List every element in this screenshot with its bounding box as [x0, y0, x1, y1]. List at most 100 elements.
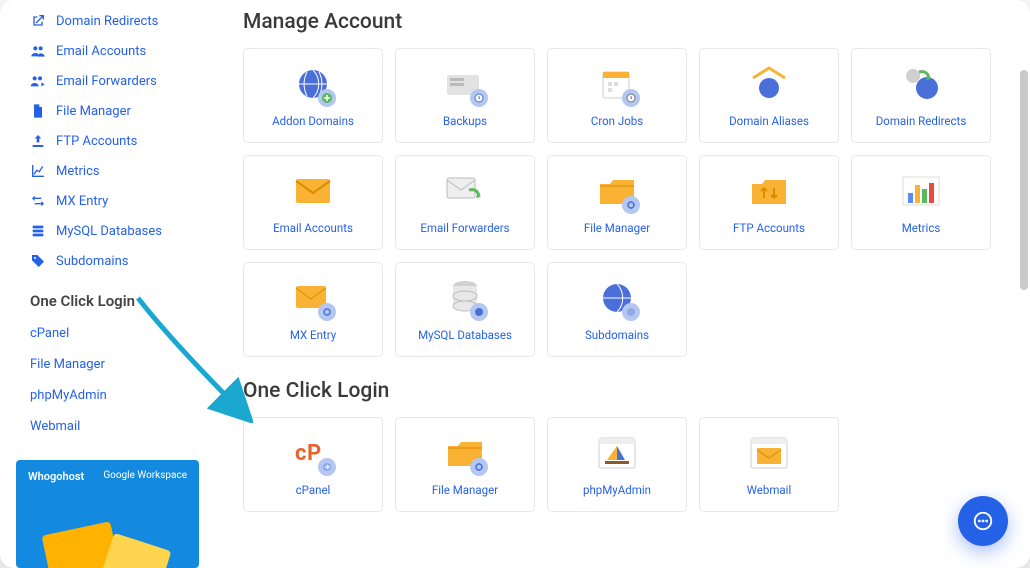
app-shell: Domain Redirects Email Accounts Email Forw… — [0, 0, 1030, 568]
promo-banner[interactable]: Whogohost Google Workspace — [16, 460, 199, 568]
badge-icon — [318, 89, 336, 107]
card-domain-aliases[interactable]: Domain Aliases — [699, 48, 839, 143]
cpanel-icon: cP — [292, 432, 334, 474]
sidebar: Domain Redirects Email Accounts Email Forw… — [0, 0, 215, 568]
sidebar-item-label: FTP Accounts — [56, 134, 137, 149]
card-addon-domains[interactable]: Addon Domains — [243, 48, 383, 143]
envelope-forward-icon — [444, 170, 486, 212]
scrollbar-thumb[interactable] — [1020, 70, 1028, 290]
card-webmail[interactable]: Webmail — [699, 417, 839, 512]
server-clock-icon — [444, 63, 486, 105]
sidebar-quick-file-manager[interactable]: File Manager — [0, 349, 215, 380]
globe-arrow-icon — [900, 63, 942, 105]
card-metrics[interactable]: Metrics — [851, 155, 991, 250]
main-content: Manage Account Addon Domains Backups Cron … — [215, 0, 1030, 568]
badge-icon — [318, 458, 336, 476]
scrollbar[interactable] — [1020, 0, 1028, 568]
card-file-manager[interactable]: File Manager — [395, 417, 535, 512]
badge-icon — [470, 89, 488, 107]
card-label: Cron Jobs — [591, 115, 643, 129]
sidebar-item-file-manager[interactable]: File Manager — [0, 96, 215, 126]
badge-icon — [622, 196, 640, 214]
card-label: Subdomains — [585, 329, 649, 343]
sidebar-item-ftp-accounts[interactable]: FTP Accounts — [0, 126, 215, 156]
chart-icon — [30, 163, 46, 179]
sidebar-item-mysql-databases[interactable]: MySQL Databases — [0, 216, 215, 246]
card-label: Domain Redirects — [876, 115, 967, 129]
envelope-gear-icon — [292, 277, 334, 319]
card-mysql-databases[interactable]: MySQL Databases — [395, 262, 535, 357]
browser-mail-icon — [748, 432, 790, 474]
sidebar-quick-webmail[interactable]: Webmail — [0, 411, 215, 442]
card-label: Email Accounts — [273, 222, 353, 236]
sidebar-item-metrics[interactable]: Metrics — [0, 156, 215, 186]
card-label: MySQL Databases — [418, 329, 512, 343]
sidebar-item-domain-redirects[interactable]: Domain Redirects — [0, 6, 215, 36]
card-label: Domain Aliases — [729, 115, 809, 129]
card-ftp-accounts[interactable]: FTP Accounts — [699, 155, 839, 250]
card-label: Webmail — [747, 484, 792, 498]
badge-icon — [318, 303, 336, 321]
sidebar-item-label: Subdomains — [56, 254, 128, 269]
sidebar-item-label: MX Entry — [56, 194, 108, 209]
upload-icon — [30, 133, 46, 149]
sidebar-item-label: MySQL Databases — [56, 224, 162, 239]
section-title-manage-account: Manage Account — [243, 10, 1012, 34]
section-title-one-click-login: One Click Login — [243, 379, 1012, 403]
manage-account-grid: Addon Domains Backups Cron Jobs Domain Alia… — [243, 48, 1012, 357]
calendar-clock-icon — [596, 63, 638, 105]
envelope-icon — [292, 170, 334, 212]
sidebar-quick-cpanel[interactable]: cPanel — [0, 318, 215, 349]
sidebar-item-email-forwarders[interactable]: Email Forwarders — [0, 66, 215, 96]
card-label: FTP Accounts — [733, 222, 805, 236]
redirect-icon — [30, 13, 46, 29]
sidebar-item-label: Domain Redirects — [56, 14, 158, 29]
sidebar-item-label: Email Forwarders — [56, 74, 157, 89]
arrows-icon — [30, 193, 46, 209]
promo-brand-left: Whogohost — [28, 470, 84, 483]
file-icon — [30, 103, 46, 119]
card-label: Backups — [443, 115, 487, 129]
badge-icon — [470, 303, 488, 321]
chat-button[interactable] — [958, 496, 1008, 546]
globe-sub-icon — [596, 277, 638, 319]
sidebar-quick-phpmyadmin[interactable]: phpMyAdmin — [0, 380, 215, 411]
card-cron-jobs[interactable]: Cron Jobs — [547, 48, 687, 143]
badge-icon — [470, 458, 488, 476]
forward-icon — [30, 73, 46, 89]
card-backups[interactable]: Backups — [395, 48, 535, 143]
card-email-accounts[interactable]: Email Accounts — [243, 155, 383, 250]
card-file-manager[interactable]: File Manager — [547, 155, 687, 250]
database-icon — [30, 223, 46, 239]
sidebar-item-label: Metrics — [56, 164, 100, 179]
sidebar-item-label: File Manager — [56, 104, 131, 119]
card-subdomains[interactable]: Subdomains — [547, 262, 687, 357]
bar-chart-icon — [900, 170, 942, 212]
card-phpmyadmin[interactable]: phpMyAdmin — [547, 417, 687, 512]
card-label: cPanel — [296, 484, 331, 498]
promo-brand-right: Google Workspace — [103, 470, 187, 481]
sidebar-item-email-accounts[interactable]: Email Accounts — [0, 36, 215, 66]
card-label: Metrics — [902, 222, 941, 236]
card-mx-entry[interactable]: MX Entry — [243, 262, 383, 357]
card-label: Email Forwarders — [420, 222, 509, 236]
card-label: File Manager — [584, 222, 650, 236]
tag-icon — [30, 253, 46, 269]
card-label: Addon Domains — [272, 115, 354, 129]
folder-gear-icon — [596, 170, 638, 212]
browser-sail-icon — [596, 432, 638, 474]
svg-text:c: c — [295, 441, 306, 466]
one-click-login-grid: cP cPanel File ManagerphpMyAdmin Webmail — [243, 417, 1012, 512]
globe-roof-icon — [748, 63, 790, 105]
sidebar-item-mx-entry[interactable]: MX Entry — [0, 186, 215, 216]
sidebar-item-subdomains[interactable]: Subdomains — [0, 246, 215, 276]
card-domain-redirects[interactable]: Domain Redirects — [851, 48, 991, 143]
sidebar-item-label: Email Accounts — [56, 44, 146, 59]
card-label: MX Entry — [290, 329, 336, 343]
globe-plus-icon — [292, 63, 334, 105]
folder-updown-icon — [748, 170, 790, 212]
folder-gear-icon — [444, 432, 486, 474]
card-cpanel[interactable]: cP cPanel — [243, 417, 383, 512]
card-email-forwarders[interactable]: Email Forwarders — [395, 155, 535, 250]
badge-icon — [622, 89, 640, 107]
